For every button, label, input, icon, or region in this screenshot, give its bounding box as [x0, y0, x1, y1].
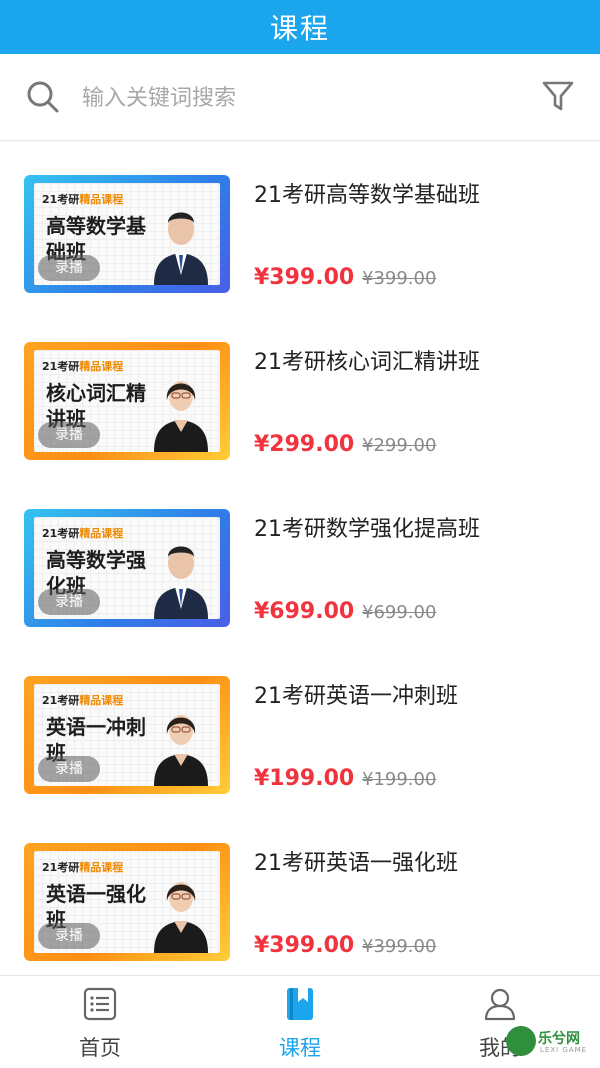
course-original-price: ¥399.00	[362, 268, 437, 289]
thumbnail-tag-highlight: 精品课程	[79, 193, 124, 206]
teacher-photo	[154, 882, 208, 953]
course-original-price: ¥199.00	[362, 769, 437, 790]
recorded-badge: 录播	[38, 923, 100, 949]
search-icon[interactable]	[26, 80, 60, 114]
recorded-badge: 录播	[38, 756, 100, 782]
watermark-logo: 乐兮网 LEXI GAME	[500, 1022, 600, 1064]
course-item[interactable]: 21考研精品课程 高等数学强化班 录播 21考研数学强化提高班 ¥699.00 ¥699.…	[0, 475, 600, 642]
course-thumbnail[interactable]: 21考研精品课程 英语一强化班 录播	[24, 843, 230, 961]
course-title[interactable]: 21考研核心词汇精讲班	[254, 344, 480, 376]
course-item[interactable]: 21考研精品课程 英语一冲刺班 录播 21考研英语一冲刺班 ¥199.00 ¥199.00	[0, 642, 600, 809]
watermark-text: 乐兮网	[538, 1031, 580, 1047]
bookmark-book-icon	[287, 988, 313, 1020]
recorded-badge: 录播	[38, 255, 100, 281]
thumbnail-tag: 21考研精品课程	[42, 358, 123, 374]
tab-home-label: 首页	[79, 1036, 121, 1060]
teacher-photo	[154, 546, 208, 619]
course-thumbnail[interactable]: 21考研精品课程 英语一冲刺班 录播	[24, 676, 230, 794]
teacher-photo	[154, 212, 208, 285]
list-icon	[83, 987, 117, 1021]
thumbnail-tag: 21考研精品课程	[42, 191, 123, 207]
user-icon	[484, 988, 516, 1021]
course-original-price: ¥699.00	[362, 602, 437, 623]
course-original-price: ¥399.00	[362, 936, 437, 957]
course-title[interactable]: 21考研英语一强化班	[254, 845, 458, 877]
course-price: ¥199.00	[254, 766, 355, 791]
thumbnail-tag-year: 21考研	[42, 527, 80, 540]
tab-courses-label: 课程	[279, 1036, 321, 1060]
course-item[interactable]: 21考研精品课程 英语一强化班 录播 21考研英语一强化班 ¥399.00 ¥399.00	[0, 809, 600, 976]
recorded-badge: 录播	[38, 422, 100, 448]
search-input[interactable]	[80, 82, 504, 114]
thumbnail-tag-highlight: 精品课程	[79, 527, 124, 540]
course-thumbnail[interactable]: 21考研精品课程 高等数学强化班 录播	[24, 509, 230, 627]
course-price: ¥699.00	[254, 599, 355, 624]
thumbnail-tag-year: 21考研	[42, 360, 80, 373]
thumbnail-tag-highlight: 精品课程	[79, 360, 124, 373]
course-list: 21考研精品课程 高等数学基础班 录播 21考研高等数学基础班 ¥399.00 ¥399.…	[0, 141, 600, 976]
thumbnail-tag-highlight: 精品课程	[79, 694, 124, 707]
course-price: ¥399.00	[254, 933, 355, 958]
thumbnail-tag-year: 21考研	[42, 861, 80, 874]
course-original-price: ¥299.00	[362, 435, 437, 456]
search-bar	[0, 54, 600, 141]
recorded-badge: 录播	[38, 589, 100, 615]
watermark-subtext: LEXI GAME	[540, 1046, 588, 1054]
filter-icon[interactable]	[540, 78, 576, 114]
course-thumbnail[interactable]: 21考研精品课程 核心词汇精讲班 录播	[24, 342, 230, 460]
course-title[interactable]: 21考研英语一冲刺班	[254, 678, 458, 710]
course-title[interactable]: 21考研高等数学基础班	[254, 177, 480, 209]
tab-home[interactable]: 首页	[0, 976, 200, 1068]
thumbnail-tag: 21考研精品课程	[42, 525, 123, 541]
thumbnail-tag: 21考研精品课程	[42, 692, 123, 708]
thumbnail-tag: 21考研精品课程	[42, 859, 123, 875]
tab-courses[interactable]: 课程	[200, 976, 400, 1068]
thumbnail-tag-highlight: 精品课程	[79, 861, 124, 874]
course-item[interactable]: 21考研精品课程 核心词汇精讲班 录播 21考研核心词汇精讲班 ¥299.00 ¥299.…	[0, 308, 600, 475]
thumbnail-tag-year: 21考研	[42, 193, 80, 206]
course-item[interactable]: 21考研精品课程 高等数学基础班 录播 21考研高等数学基础班 ¥399.00 ¥399.…	[0, 141, 600, 308]
thumbnail-tag-year: 21考研	[42, 694, 80, 707]
teacher-photo	[154, 381, 208, 452]
course-price: ¥399.00	[254, 265, 355, 290]
watermark-leaf-icon	[506, 1026, 536, 1056]
app-header: 课程	[0, 0, 600, 54]
page-title: 课程	[269, 12, 330, 45]
teacher-photo	[154, 715, 208, 786]
course-thumbnail[interactable]: 21考研精品课程 高等数学基础班 录播	[24, 175, 230, 293]
course-title[interactable]: 21考研数学强化提高班	[254, 511, 480, 543]
course-price: ¥299.00	[254, 432, 355, 457]
